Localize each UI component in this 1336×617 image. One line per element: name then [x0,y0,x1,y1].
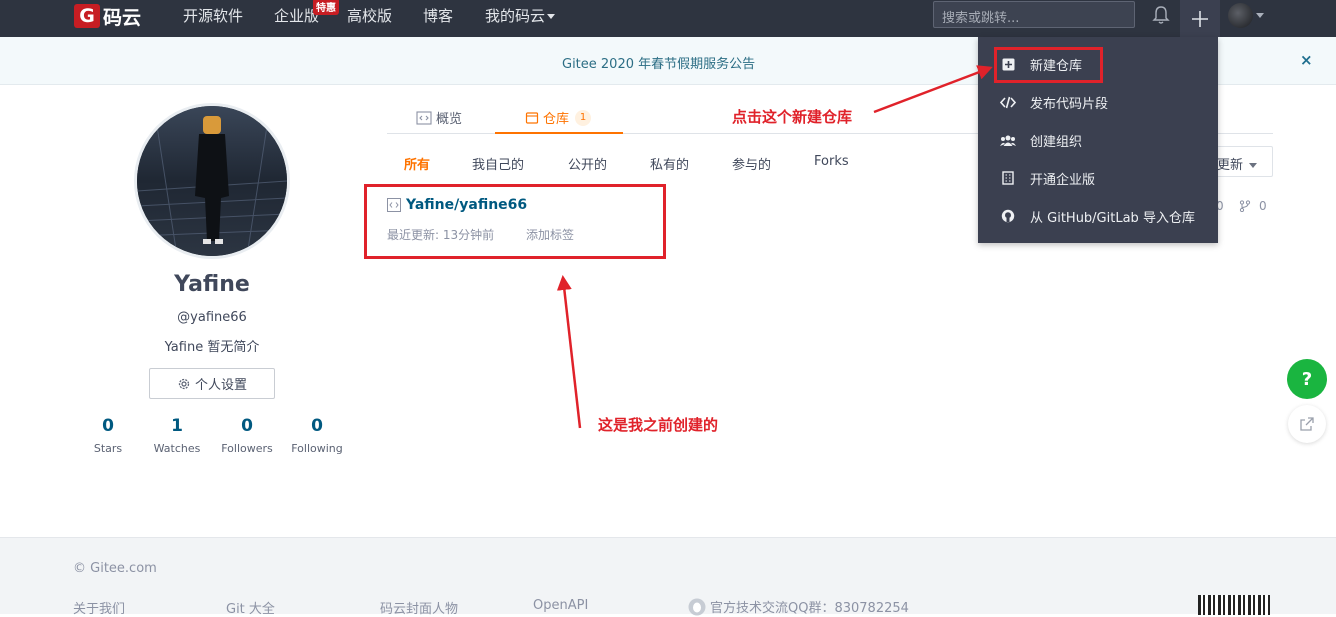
annotation-box-new-repo [994,47,1103,83]
qq-icon [688,598,706,615]
repo-tab-icon [525,111,539,124]
stat-following[interactable]: 0 Following [277,416,357,455]
plus-icon [1192,10,1208,27]
nav-blog[interactable]: 博客 [423,5,453,26]
profile-handle: @yafine66 [177,310,247,325]
stat-label: Watches [153,442,201,455]
tab-repos[interactable]: 仓库 1 [525,108,592,127]
share-button[interactable] [1288,405,1326,443]
arrow-to-existing-repo [556,275,582,429]
top-navbar: G 码云 开源软件 企业版 特惠 高校版 博客 我的码云 搜索或跳转... [0,0,1336,37]
footer-link-about[interactable]: 关于我们 [73,598,125,617]
repo-count-badge: 1 [575,109,592,126]
avatar-caret-icon [1256,13,1264,18]
close-icon[interactable]: × [1300,51,1313,69]
external-link-icon [1300,417,1314,431]
profile-bio: Yafine 暂无简介 [164,340,260,355]
annotation-new-repo-note: 点击这个新建仓库 [732,108,853,126]
profile-avatar [134,103,290,259]
nav-education[interactable]: 高校版 [347,5,392,26]
active-tab-underline [495,132,623,134]
filter-private[interactable]: 私有的 [650,154,689,173]
menu-enterprise[interactable]: 开通企业版 [978,159,1218,197]
tab-overview-label: 概览 [436,112,463,127]
footer-qq-group: 官方技术交流QQ群：830782254 [688,597,909,616]
sort-label: 更新 [1217,158,1244,173]
footer-copyright: © Gitee.com [73,561,157,576]
code-icon [1000,94,1016,110]
create-plus-button[interactable] [1180,0,1220,37]
logo-text: 码云 [103,6,142,29]
footer-qq-text: 官方技术交流QQ群：830782254 [710,601,909,616]
menu-new-org[interactable]: 创建组织 [978,121,1218,159]
stat-watches[interactable]: 1 Watches [137,416,217,455]
logo-mark-icon: G [74,4,100,28]
filter-forks[interactable]: Forks [814,154,849,169]
stat-value: 0 [102,416,114,436]
chevron-down-icon [1249,163,1258,168]
hot-badge: 特惠 [313,0,339,15]
profile-photo [137,106,287,256]
tab-repos-label: 仓库 [543,112,570,127]
gear-icon [178,378,190,389]
repo-fork-count: 0 [1259,199,1267,213]
filter-public[interactable]: 公开的 [568,154,607,173]
menu-new-org-label: 创建组织 [1030,134,1083,150]
menu-import-repo-label: 从 GitHub/GitLab 导入仓库 [1030,210,1195,226]
settings-label: 个人设置 [194,378,247,393]
nav-open-source[interactable]: 开源软件 [183,5,243,26]
annotation-created-note: 这是我之前创建的 [598,416,719,434]
overview-icon [416,110,432,125]
menu-new-snippet[interactable]: 发布代码片段 [978,83,1218,121]
stat-value: 0 [311,416,323,436]
stat-followers[interactable]: 0 Followers [207,416,287,455]
user-avatar-menu[interactable] [1228,3,1253,28]
stat-label: Stars [93,442,123,455]
menu-enterprise-label: 开通企业版 [1030,172,1096,188]
tab-overview[interactable]: 概览 [416,108,462,127]
stat-label: Followers [221,442,273,455]
filter-mine[interactable]: 我自己的 [472,154,524,173]
footer-link-openapi[interactable]: OpenAPI [533,598,588,613]
help-button[interactable]: ? [1287,359,1327,399]
footer-link-cover[interactable]: 码云封面人物 [380,598,458,617]
footer: © Gitee.com 关于我们 Git 大全 码云封面人物 OpenAPI 官… [0,537,1336,617]
fork-icon [1239,200,1251,212]
stat-stars[interactable]: 0 Stars [68,416,148,455]
annotation-box-existing-repo [364,184,666,259]
building-icon [1000,170,1016,186]
menu-import-repo[interactable]: 从 GitHub/GitLab 导入仓库 [978,197,1218,235]
nav-my-gitee-label: 我的码云 [485,7,546,25]
gitee-logo[interactable]: G 码云 [74,3,141,29]
github-icon [1000,208,1016,224]
qr-code-image [1198,595,1270,615]
nav-my-gitee[interactable]: 我的码云 [485,5,556,26]
chevron-down-icon [547,14,556,19]
search-input[interactable]: 搜索或跳转... [933,1,1135,28]
users-icon [1000,132,1016,148]
footer-link-git[interactable]: Git 大全 [226,598,275,617]
menu-new-snippet-label: 发布代码片段 [1030,96,1109,112]
repo-fork-stat: 0 [1239,199,1267,213]
stat-label: Following [291,442,343,455]
stat-value: 0 [241,416,253,436]
announcement-link[interactable]: Gitee 2020 年春节假期服务公告 [562,53,755,72]
filter-all[interactable]: 所有 [404,154,430,173]
profile-name: Yafine [174,272,250,297]
bell-icon[interactable] [1150,4,1172,26]
personal-settings-button[interactable]: 个人设置 [149,368,275,399]
stat-value: 1 [171,416,183,436]
filter-participated[interactable]: 参与的 [732,154,771,173]
